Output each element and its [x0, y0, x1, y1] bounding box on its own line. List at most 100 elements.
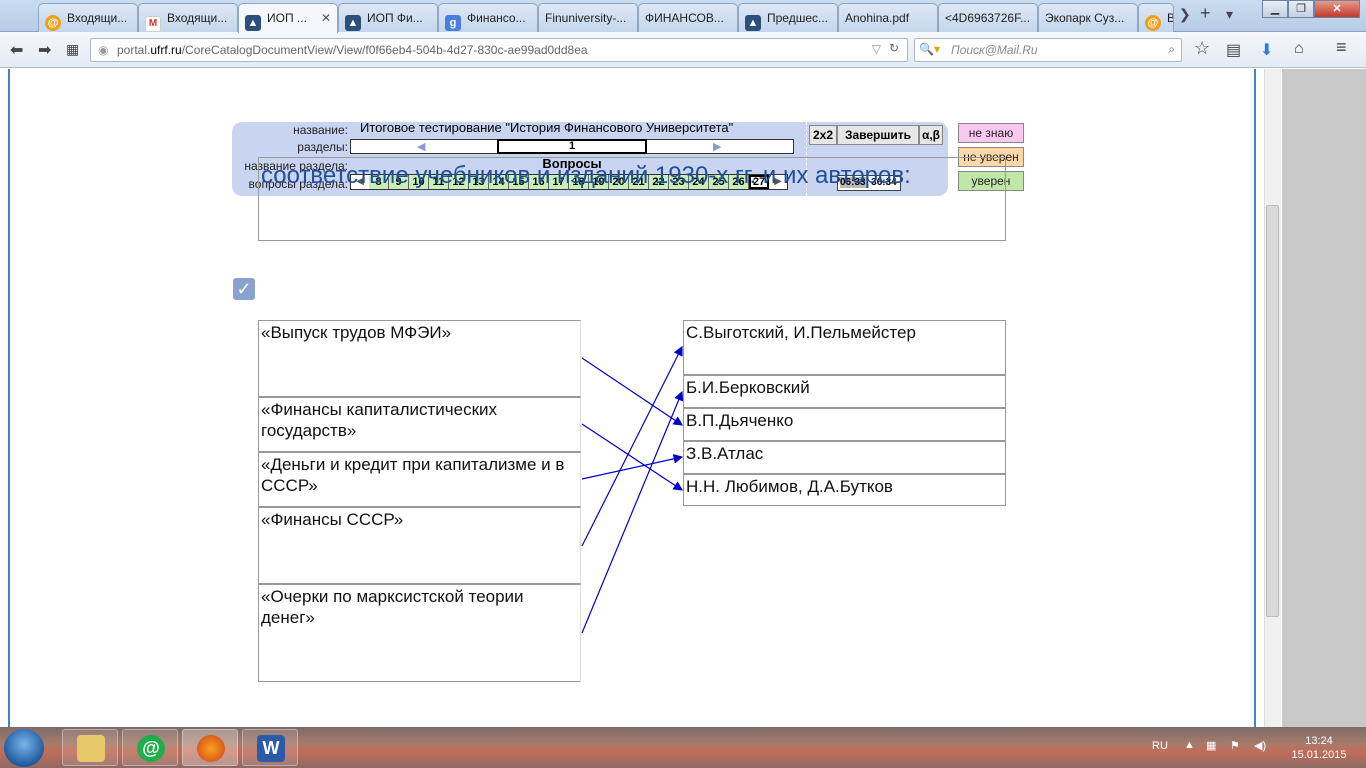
- mail-agent-icon: @: [137, 735, 165, 762]
- clock[interactable]: 13:24 15.01.2015: [1284, 734, 1354, 762]
- next-section-icon[interactable]: ▶: [713, 140, 721, 153]
- address-bar[interactable]: ◉ portal.ufrf.ru/CoreCatalogDocumentView…: [90, 38, 908, 62]
- right-gutter: [1282, 69, 1366, 727]
- google-icon: g: [445, 15, 461, 31]
- navigation-toolbar: ⬅ ➡ ▦ ◉ portal.ufrf.ru/CoreCatalogDocume…: [0, 32, 1366, 68]
- graduation-cap-icon: ▲: [345, 15, 361, 31]
- home-icon[interactable]: ⌂: [1294, 40, 1304, 58]
- tab-label: Финансо...: [467, 11, 526, 25]
- search-icon[interactable]: ⌕: [1168, 42, 1175, 57]
- url-path: /CoreCatalogDocumentView/View/f0f66eb4-5…: [181, 43, 588, 57]
- label-sections: разделы:: [297, 140, 348, 154]
- test-title: Итоговое тестирование "История Финансово…: [360, 120, 734, 135]
- graduation-cap-icon: ▲: [245, 15, 261, 31]
- tab-anohina-pdf[interactable]: Anohina.pdf: [838, 3, 938, 32]
- tab-mail-inbox[interactable]: @ Входящи...: [38, 3, 138, 32]
- word-icon: W: [257, 735, 285, 762]
- right-item-5[interactable]: Н.Н. Любимов, Д.А.Бутков: [683, 474, 1006, 506]
- prev-section-icon[interactable]: ◀: [417, 140, 425, 153]
- system-tray: RU ▲ ▦ ⚑ ◀) 13:24 15.01.2015: [1140, 727, 1366, 768]
- globe-icon: ◉: [98, 43, 109, 57]
- search-input[interactable]: 🔍▾ Поиск@Mail.Ru ⌕: [914, 38, 1182, 62]
- question-text: соответствие учебников и изданий 1930-х …: [258, 157, 1006, 241]
- tab-microsoft[interactable]: <4D6963726F...: [938, 3, 1038, 32]
- search-engine-icon[interactable]: 🔍▾: [919, 42, 940, 56]
- language-indicator[interactable]: RU: [1152, 740, 1168, 752]
- taskbar-mail-agent[interactable]: @: [122, 729, 178, 766]
- forward-icon[interactable]: ➡: [38, 40, 51, 60]
- firefox-icon: [197, 735, 225, 762]
- volume-icon[interactable]: ◀): [1254, 739, 1266, 752]
- close-icon[interactable]: ✕: [321, 11, 331, 25]
- right-item-1[interactable]: С.Выготский, И.Пельмейстер: [683, 320, 1006, 375]
- dont-know-button[interactable]: не знаю: [958, 123, 1024, 143]
- tab-label: Finuniversity-...: [545, 11, 627, 25]
- tab-predshes[interactable]: ▲ Предшес...: [738, 3, 838, 32]
- bookmark-star-icon[interactable]: ☆: [1194, 38, 1210, 59]
- browser-tab-strip: @ Входящи... M Входящи... ▲ ИОП ... ✕ ▲ ИОП …: [0, 0, 1366, 33]
- gmail-icon: M: [145, 16, 161, 32]
- new-tab-icon[interactable]: +: [1200, 3, 1211, 24]
- tab-label: ИОП ...: [267, 11, 307, 25]
- taskbar-firefox[interactable]: [182, 729, 238, 766]
- windows-start-icon[interactable]: [4, 729, 44, 767]
- tab-finansov[interactable]: ФИНАНСОВ...: [638, 3, 738, 32]
- search-placeholder: Поиск@Mail.Ru: [951, 43, 1038, 57]
- flag-icon[interactable]: ⚑: [1230, 739, 1240, 752]
- finish-button[interactable]: Завершить: [837, 125, 919, 145]
- maximize-button[interactable]: ❐: [1288, 0, 1314, 18]
- tab-label: Предшес...: [767, 11, 829, 25]
- mail-icon: @: [45, 15, 61, 31]
- tab-finuniversity[interactable]: Finuniversity-...: [538, 3, 638, 32]
- tab-label: В: [1167, 11, 1173, 25]
- menu-icon[interactable]: ≡: [1336, 37, 1347, 58]
- label-test-name: название:: [293, 123, 348, 137]
- checkmark-icon[interactable]: ✓: [233, 278, 255, 300]
- tab-gmail-inbox[interactable]: M Входящи...: [138, 3, 238, 32]
- dropdown-icon[interactable]: ▽: [872, 42, 881, 56]
- frame-border-left: [8, 69, 10, 727]
- list-tabs-icon[interactable]: ▾: [1226, 6, 1233, 23]
- left-item-2[interactable]: «Финансы капиталистических государств»: [258, 397, 581, 452]
- tab-label: Anohina.pdf: [845, 11, 910, 25]
- tab-finanso[interactable]: g Финансо...: [438, 3, 538, 32]
- scroll-tabs-right-icon[interactable]: ❯: [1179, 6, 1191, 23]
- scrollbar-thumb[interactable]: [1266, 205, 1279, 617]
- taskbar-explorer[interactable]: [62, 729, 118, 766]
- tab-iop-active[interactable]: ▲ ИОП ... ✕: [238, 3, 338, 33]
- tab-label: ФИНАНСОВ...: [645, 11, 724, 25]
- reload-icon[interactable]: ↻: [889, 41, 899, 55]
- taskbar-word[interactable]: W: [242, 729, 298, 766]
- left-item-1[interactable]: «Выпуск трудов МФЭИ»: [258, 320, 581, 397]
- left-item-5[interactable]: «Очерки по марксистской теории денег»: [258, 584, 581, 682]
- mail-icon: @: [1145, 15, 1161, 31]
- alpha-beta-button[interactable]: α,β: [919, 125, 943, 145]
- current-section[interactable]: 1: [497, 139, 647, 154]
- right-item-3[interactable]: В.П.Дьяченко: [683, 408, 1006, 441]
- tab-label: Входящи...: [167, 11, 228, 25]
- close-window-button[interactable]: ✕: [1314, 0, 1360, 18]
- bookmarks-list-icon[interactable]: ▤: [1226, 40, 1241, 60]
- frame-border-right: [1254, 69, 1256, 727]
- page-icon: ▦: [66, 41, 80, 57]
- clock-time: 13:24: [1305, 735, 1333, 747]
- sections-navigator: ◀ 1 ▶: [350, 139, 794, 154]
- back-icon[interactable]: ⬅: [10, 40, 23, 60]
- left-item-4[interactable]: «Финансы СССР»: [258, 507, 581, 584]
- graduation-cap-icon: ▲: [745, 15, 761, 31]
- network-icon[interactable]: ▦: [1206, 739, 1216, 752]
- download-icon[interactable]: ⬇: [1260, 40, 1273, 60]
- tab-iop-fi[interactable]: ▲ ИОП Фи...: [338, 3, 438, 32]
- url-prefix: portal.: [117, 43, 151, 57]
- left-item-3[interactable]: «Деньги и кредит при капитализме и в ССС…: [258, 452, 581, 507]
- right-item-4[interactable]: З.В.Атлас: [683, 441, 1006, 474]
- tab-label: Входящи...: [67, 11, 128, 25]
- show-hidden-icons[interactable]: ▲: [1184, 739, 1195, 751]
- tab-mail-last[interactable]: @В: [1138, 3, 1174, 32]
- minimize-button[interactable]: ▁: [1262, 0, 1288, 18]
- right-item-2[interactable]: Б.И.Берковский: [683, 375, 1006, 408]
- hint-2x2-button[interactable]: 2x2: [809, 125, 837, 145]
- folder-icon: [77, 735, 105, 762]
- tab-ecopark[interactable]: Экопарк Суз...: [1038, 3, 1138, 32]
- tab-label: <4D6963726F...: [945, 11, 1031, 25]
